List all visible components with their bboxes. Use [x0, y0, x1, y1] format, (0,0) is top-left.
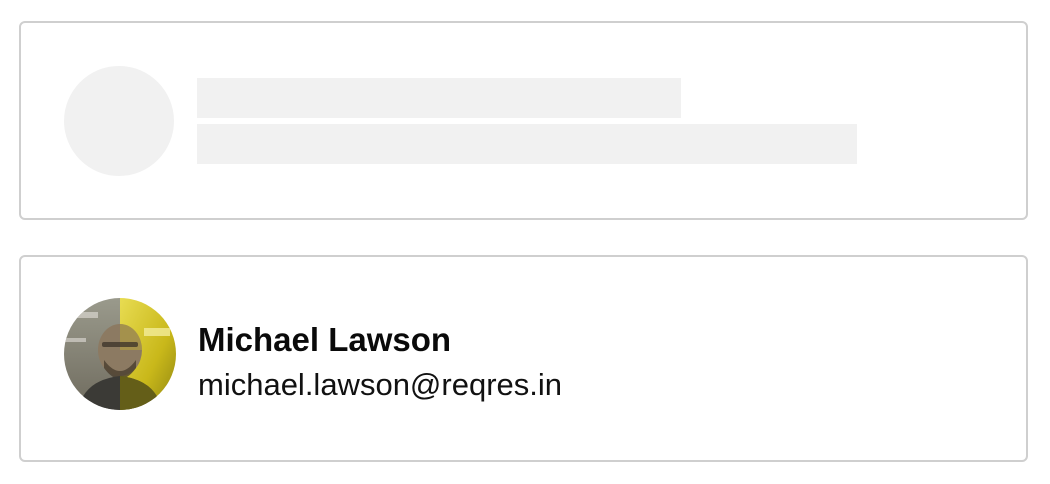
skeleton-user-card — [19, 21, 1028, 220]
user-name: Michael Lawson — [198, 321, 452, 358]
skeleton-name-line — [197, 78, 681, 118]
avatar-photo-icon — [64, 298, 176, 410]
user-card: Michael Lawson michael.lawson@reqres.in — [19, 255, 1028, 462]
user-email: michael.lawson@reqres.in — [198, 367, 563, 402]
user-avatar — [64, 298, 176, 410]
skeleton-email-line — [197, 124, 857, 164]
skeleton-avatar — [64, 66, 174, 176]
